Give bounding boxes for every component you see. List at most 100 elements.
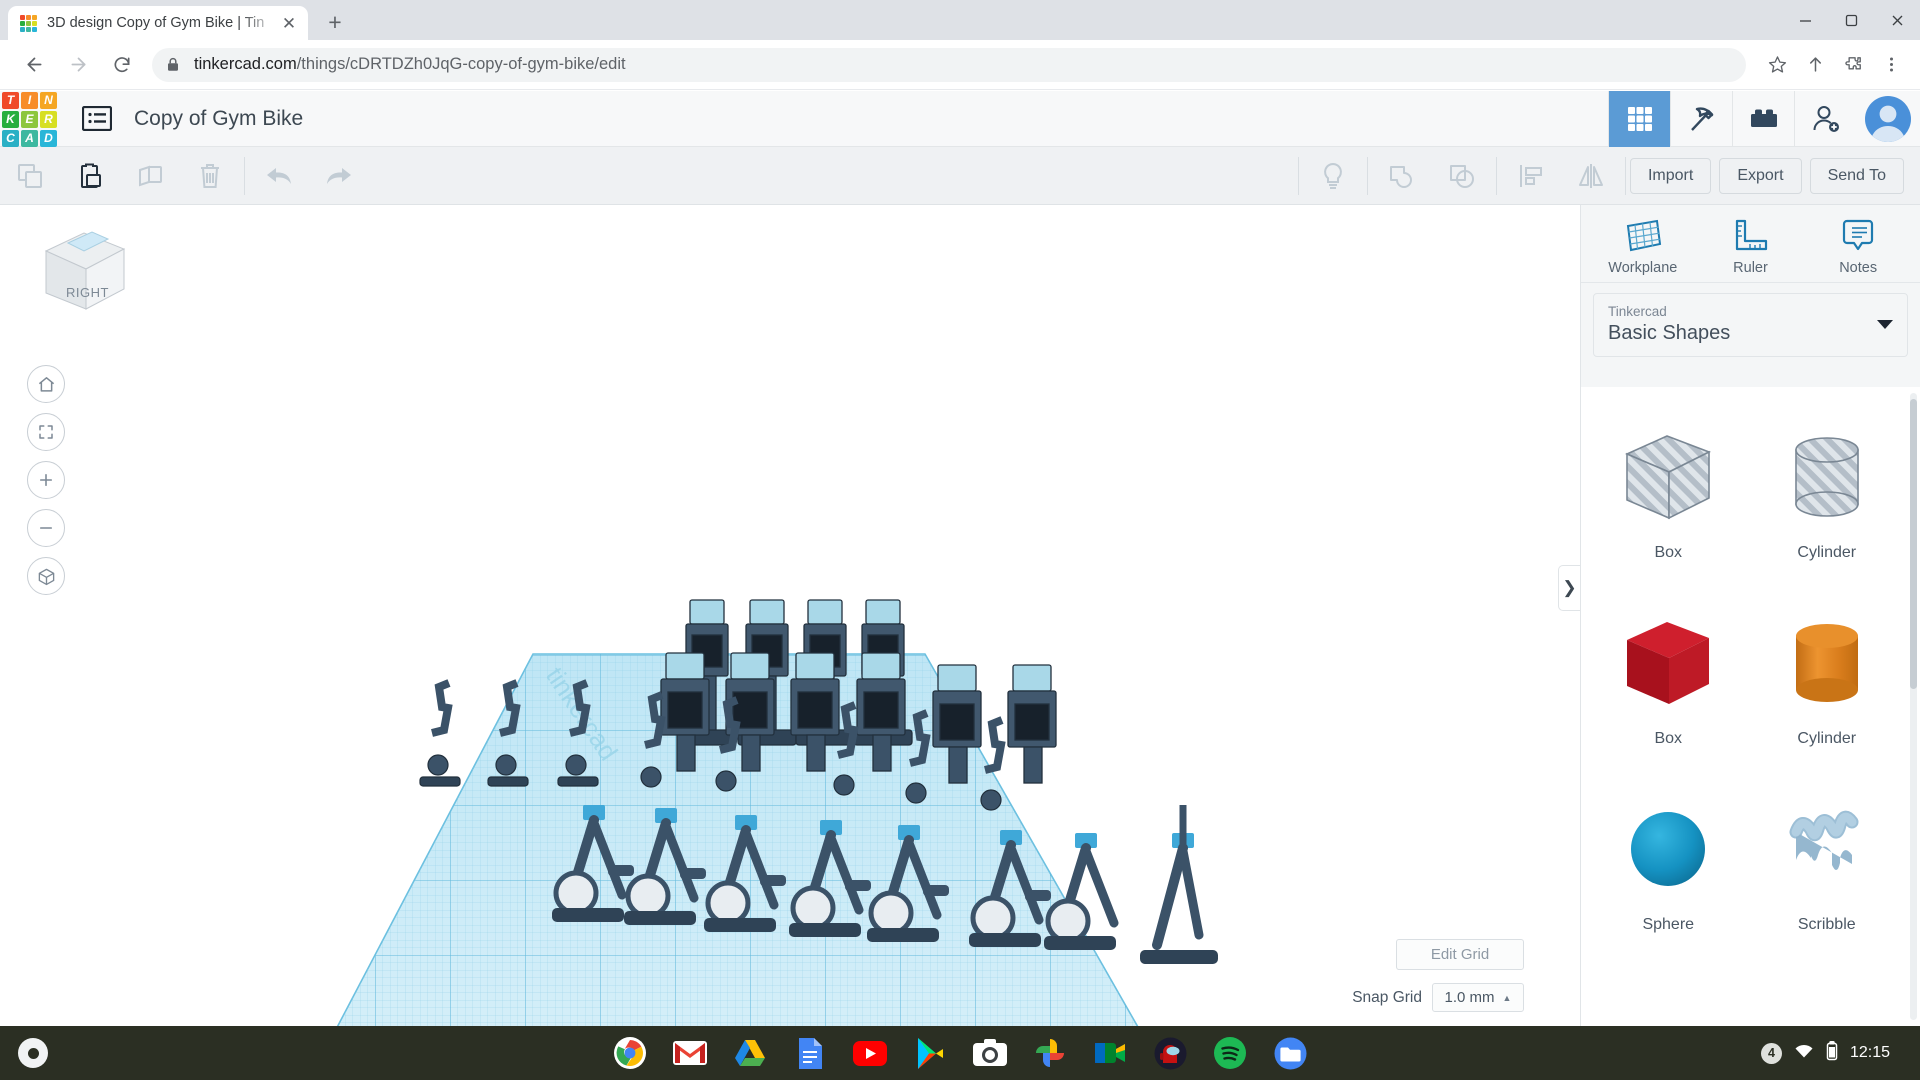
- logo-tile-e: E: [21, 110, 38, 128]
- reload-icon[interactable]: [104, 47, 140, 83]
- clock-time: 12:15: [1849, 1044, 1890, 1061]
- shape-grid[interactable]: Box Cylinder Box Cylinder Sphere Scribbl…: [1581, 387, 1920, 1026]
- url-host: tinkercad.com: [194, 55, 297, 73]
- browser-toolbar: tinkercad.com/things/cDRTDZh0JqG-copy-of…: [0, 40, 1920, 90]
- among-us-app-icon[interactable]: [1151, 1034, 1189, 1072]
- mirror-button[interactable]: [1561, 147, 1621, 205]
- ungroup-button[interactable]: [1432, 147, 1492, 205]
- chromeos-launcher-button[interactable]: [18, 1038, 48, 1068]
- window-close-icon[interactable]: [1874, 0, 1920, 40]
- shape-scribble[interactable]: Scribble: [1748, 767, 1907, 953]
- snap-grid-select[interactable]: 1.0 mm ▲: [1432, 983, 1524, 1012]
- page-title[interactable]: Copy of Gym Bike: [134, 107, 303, 131]
- screen: 3D design Copy of Gym Bike | Tin ✕ + tin…: [0, 0, 1920, 1080]
- favicon-tile-k: [20, 20, 25, 26]
- view-cube[interactable]: RIGHT: [36, 225, 132, 317]
- shape-collection-dropdown[interactable]: Tinkercad Basic Shapes: [1593, 293, 1908, 357]
- logo-tile-a: A: [21, 129, 38, 147]
- forward-arrow-icon[interactable]: [60, 47, 96, 83]
- toolbar-divider: [244, 156, 245, 195]
- logo-tile-k: K: [2, 110, 19, 128]
- paste-button[interactable]: [60, 147, 120, 205]
- import-button[interactable]: Import: [1629, 157, 1712, 194]
- duplicate-button[interactable]: [120, 147, 180, 205]
- url-path: /things/cDRTDZh0JqG-copy-of-gym-bike/edi…: [296, 55, 626, 73]
- group-button[interactable]: [1372, 147, 1432, 205]
- zoom-out-button[interactable]: [27, 509, 65, 547]
- bookmark-star-icon[interactable]: [1760, 48, 1794, 82]
- chevron-down-icon: [1877, 320, 1893, 329]
- google-drive-app-icon[interactable]: [731, 1034, 769, 1072]
- shape-box-solid[interactable]: Box: [1589, 581, 1748, 767]
- home-view-button[interactable]: [27, 365, 65, 403]
- shape-cylinder-solid[interactable]: Cylinder: [1748, 581, 1907, 767]
- export-button[interactable]: Export: [1719, 157, 1802, 194]
- panel-collapse-handle[interactable]: ❯: [1558, 565, 1580, 611]
- browser-tab-title: 3D design Copy of Gym Bike | Tin: [47, 15, 265, 31]
- cylinder-hole-thumbnail: [1772, 414, 1882, 540]
- snap-grid-control: Snap Grid 1.0 mm ▲: [1352, 983, 1524, 1012]
- 3d-scene[interactable]: tinkercad: [0, 205, 1580, 1026]
- undo-button[interactable]: [249, 147, 309, 205]
- redo-button[interactable]: [309, 147, 369, 205]
- extensions-puzzle-icon[interactable]: [1836, 48, 1870, 82]
- shapes-panel: Workplane Ruler Notes Tinkercad Basic Sh…: [1580, 205, 1920, 1026]
- browser-tab[interactable]: 3D design Copy of Gym Bike | Tin ✕: [8, 6, 308, 40]
- notes-tool[interactable]: Notes: [1810, 217, 1906, 276]
- play-store-app-icon[interactable]: [911, 1034, 949, 1072]
- files-app-icon[interactable]: [1271, 1034, 1309, 1072]
- workplane-tool[interactable]: Workplane: [1595, 217, 1691, 276]
- zoom-in-button[interactable]: [27, 461, 65, 499]
- shape-sphere[interactable]: Sphere: [1589, 767, 1748, 953]
- logo-tile-c: C: [2, 129, 19, 147]
- shape-box-hole[interactable]: Box: [1589, 395, 1748, 581]
- 3d-canvas[interactable]: tinkercad RIGHT Edit Grid Snap Grid 1.0 …: [0, 205, 1580, 1026]
- align-button[interactable]: [1501, 147, 1561, 205]
- maximize-icon[interactable]: [1828, 0, 1874, 40]
- shape-cylinder-hole[interactable]: Cylinder: [1748, 395, 1907, 581]
- shape-label: Scribble: [1797, 916, 1856, 933]
- delete-button[interactable]: [180, 147, 240, 205]
- logo-tile-t: T: [2, 91, 19, 109]
- fit-to-view-button[interactable]: [27, 413, 65, 451]
- back-arrow-icon[interactable]: [16, 47, 52, 83]
- notes-tool-label: Notes: [1839, 260, 1878, 276]
- google-docs-app-icon[interactable]: [791, 1034, 829, 1072]
- user-avatar[interactable]: [1856, 91, 1920, 147]
- chrome-menu-icon[interactable]: [1874, 48, 1908, 82]
- tinkercad-logo[interactable]: TIN KER CAD: [0, 91, 57, 147]
- spotify-app-icon[interactable]: [1211, 1034, 1249, 1072]
- camera-app-icon[interactable]: [971, 1034, 1009, 1072]
- toolbar-divider-5: [1624, 156, 1626, 195]
- shelf-status-tray[interactable]: 4 12:15: [1745, 1034, 1906, 1072]
- invite-person-icon[interactable]: [1794, 90, 1856, 147]
- toggle-ortho-perspective-button[interactable]: [27, 557, 65, 595]
- shape-label: Cylinder: [1797, 544, 1857, 561]
- send-to-button[interactable]: Send To: [1809, 157, 1904, 194]
- light-bulb-button[interactable]: [1303, 147, 1363, 205]
- project-list-icon[interactable]: [74, 91, 120, 147]
- chrome-app-icon[interactable]: [611, 1034, 649, 1072]
- favicon-tile-d: [32, 26, 37, 32]
- box-hole-thumbnail: [1613, 414, 1723, 540]
- ruler-tool[interactable]: Ruler: [1702, 217, 1798, 276]
- google-photos-app-icon[interactable]: [1031, 1034, 1069, 1072]
- minimize-icon[interactable]: [1782, 0, 1828, 40]
- new-tab-button[interactable]: +: [318, 5, 352, 39]
- shape-label: Box: [1654, 730, 1683, 747]
- blocks-grid-icon[interactable]: [1608, 90, 1670, 147]
- meet-app-icon[interactable]: [1091, 1034, 1129, 1072]
- toolbar-divider-4: [1495, 156, 1497, 195]
- omnibox[interactable]: tinkercad.com/things/cDRTDZh0JqG-copy-of…: [152, 47, 1746, 82]
- share-icon[interactable]: [1798, 48, 1832, 82]
- youtube-app-icon[interactable]: [851, 1034, 889, 1072]
- copy-button[interactable]: [0, 147, 60, 205]
- shape-grid-scrollbar[interactable]: [1910, 399, 1917, 689]
- lego-brick-icon[interactable]: [1732, 90, 1794, 147]
- omnibox-url: tinkercad.com/things/cDRTDZh0JqG-copy-of…: [194, 55, 626, 74]
- close-icon[interactable]: ✕: [278, 12, 300, 34]
- edit-grid-button[interactable]: Edit Grid: [1396, 939, 1524, 970]
- snap-grid-label: Snap Grid: [1352, 988, 1422, 1006]
- pickaxe-minecraft-icon[interactable]: [1670, 90, 1732, 147]
- gmail-app-icon[interactable]: [671, 1034, 709, 1072]
